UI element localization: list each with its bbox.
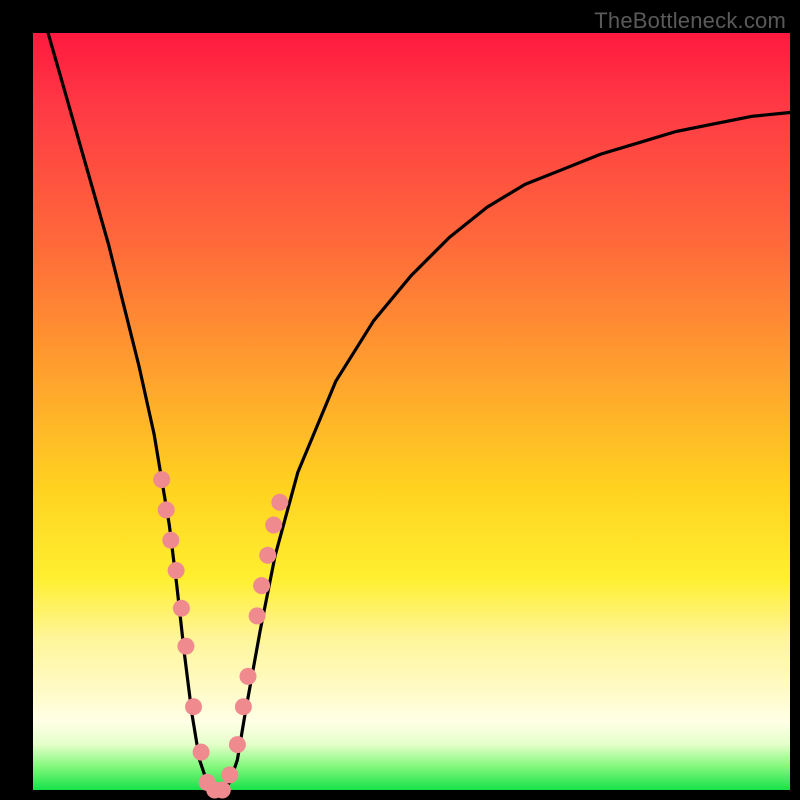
watermark-label: TheBottleneck.com [594, 8, 786, 34]
plot-gradient-area [33, 33, 790, 790]
chart-frame: TheBottleneck.com [0, 0, 800, 800]
